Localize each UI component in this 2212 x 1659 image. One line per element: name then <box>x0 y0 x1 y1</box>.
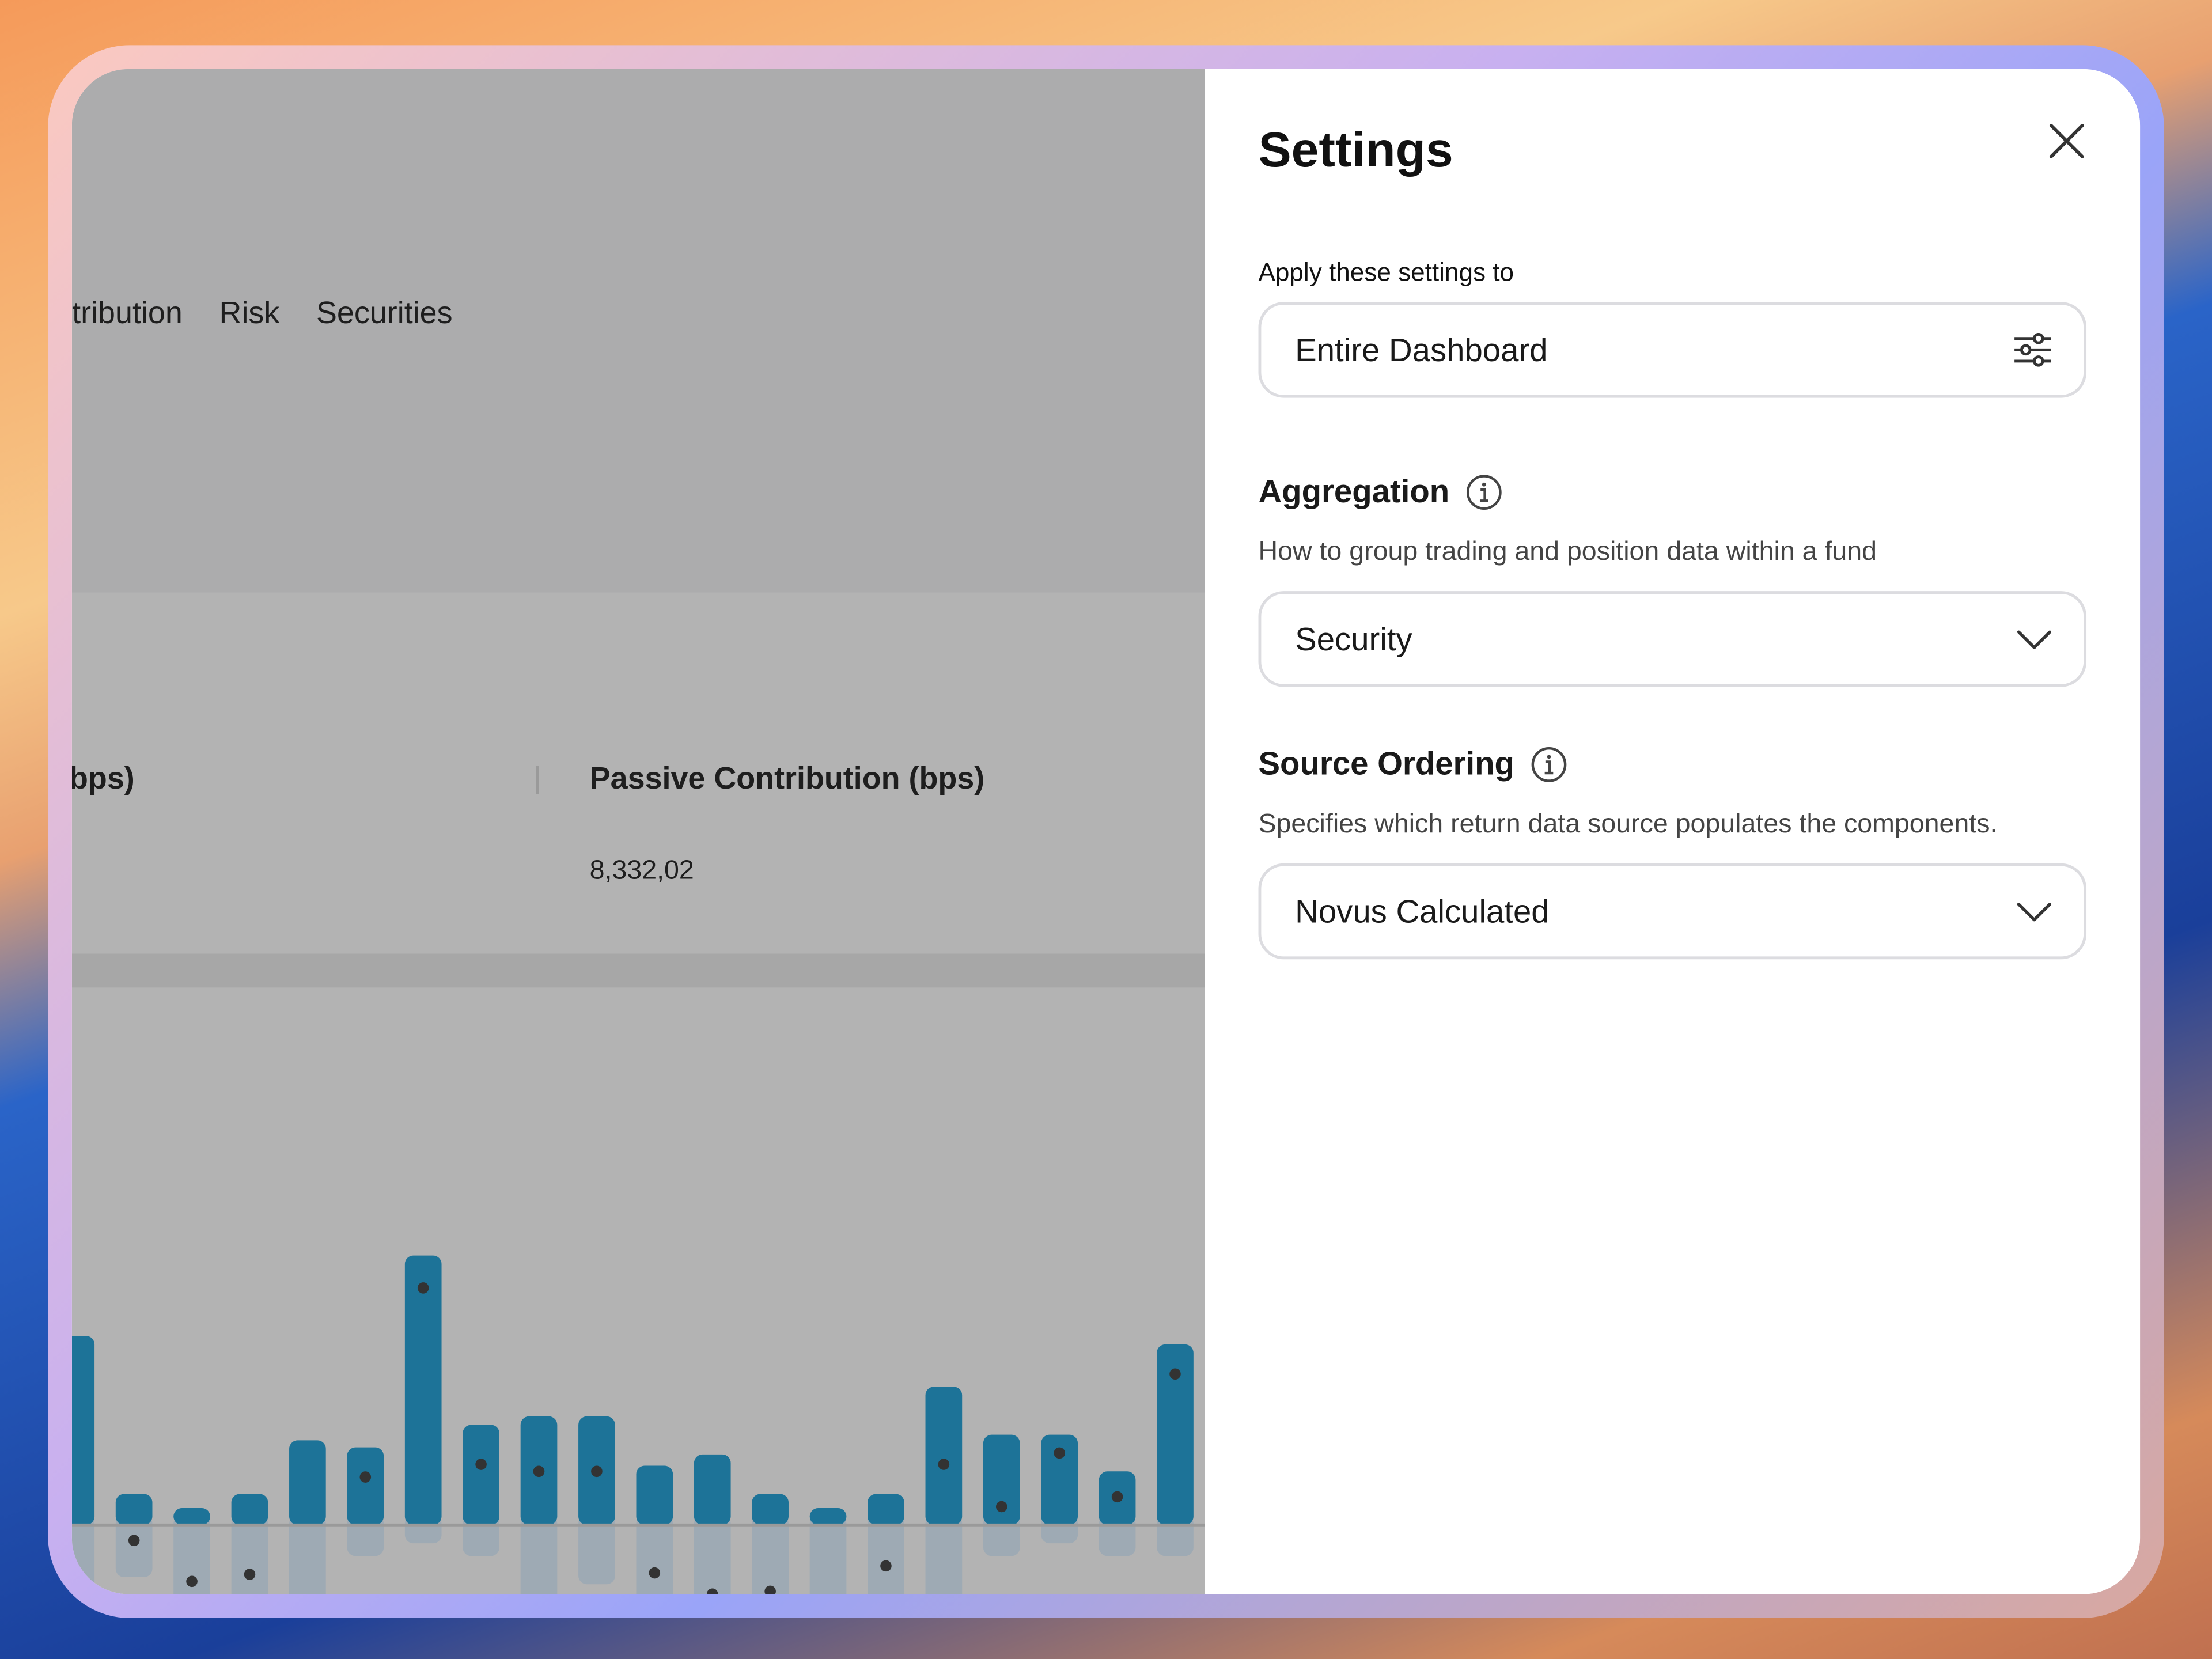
apply-scope-select[interactable]: Entire Dashboard <box>1258 302 2087 398</box>
negative-bar <box>71 1515 95 1594</box>
info-icon[interactable] <box>1531 745 1568 782</box>
positive-bar <box>347 1447 384 1525</box>
negative-bar <box>636 1515 673 1594</box>
desktop: ttribution Risk Securities bps) Passive … <box>0 0 2212 1659</box>
marker-dot <box>995 1501 1007 1513</box>
negative-bar <box>231 1515 268 1594</box>
aggregation-description: How to group trading and position data w… <box>1258 537 1877 567</box>
marker-dot <box>417 1282 429 1294</box>
info-icon[interactable] <box>1467 474 1503 510</box>
positive-bar <box>809 1508 847 1525</box>
positive-bar <box>868 1494 904 1525</box>
marker-dot <box>359 1471 372 1483</box>
marker-dot <box>533 1465 545 1478</box>
marker-dot <box>880 1560 892 1572</box>
negative-bar <box>752 1515 789 1594</box>
negative-bar <box>868 1515 904 1594</box>
marker-dot <box>186 1575 198 1588</box>
marker-dot <box>591 1465 603 1478</box>
contribution-chart <box>71 1255 1205 1594</box>
apply-scope-value: Entire Dashboard <box>1295 331 1548 368</box>
source-ordering-value: Novus Calculated <box>1295 892 1550 929</box>
aggregation-heading: Aggregation <box>1258 472 1503 510</box>
marker-dot <box>244 1569 256 1580</box>
sliders-icon <box>2014 332 2051 367</box>
negative-bar <box>809 1515 847 1594</box>
apply-label: Apply these settings to <box>1258 258 1514 287</box>
close-icon[interactable] <box>2046 120 2088 162</box>
positive-bar <box>463 1425 499 1525</box>
marker-dot <box>1169 1368 1181 1380</box>
positive-bar <box>231 1494 268 1525</box>
source-ordering-title: Source Ordering <box>1258 745 1514 782</box>
marker-dot <box>938 1459 950 1470</box>
source-ordering-heading: Source Ordering <box>1258 745 1568 783</box>
negative-bar <box>520 1515 558 1594</box>
marker-dot <box>128 1535 140 1547</box>
negative-bar <box>925 1515 963 1594</box>
positive-bar <box>694 1454 731 1525</box>
app-window: ttribution Risk Securities bps) Passive … <box>71 69 2141 1594</box>
dashboard-dimmed[interactable]: ttribution Risk Securities bps) Passive … <box>71 69 1205 1594</box>
positive-bar <box>752 1494 789 1525</box>
positive-bar <box>115 1494 153 1525</box>
negative-bar <box>694 1515 731 1594</box>
marker-dot <box>649 1567 661 1579</box>
positive-bar <box>636 1465 673 1525</box>
positive-bar <box>289 1440 326 1525</box>
aggregation-value: Security <box>1295 620 1412 657</box>
positive-bar <box>925 1387 963 1525</box>
marker-dot <box>1111 1491 1123 1503</box>
settings-panel: Settings Apply these settings to Entire … <box>1205 69 2141 1594</box>
chevron-down-icon <box>2017 903 2052 922</box>
source-ordering-select[interactable]: Novus Calculated <box>1258 863 2087 960</box>
aggregation-title: Aggregation <box>1258 472 1450 510</box>
chevron-down-icon <box>2017 630 2052 649</box>
source-ordering-description: Specifies which return data source popul… <box>1258 809 1998 840</box>
panel-title: Settings <box>1258 123 1453 178</box>
aggregation-select[interactable]: Security <box>1258 591 2087 687</box>
marker-dot <box>475 1459 487 1470</box>
positive-bar <box>173 1508 210 1525</box>
positive-bar <box>71 1336 95 1525</box>
positive-bar <box>404 1255 442 1525</box>
marker-dot <box>1054 1447 1065 1459</box>
negative-bar <box>289 1515 326 1594</box>
